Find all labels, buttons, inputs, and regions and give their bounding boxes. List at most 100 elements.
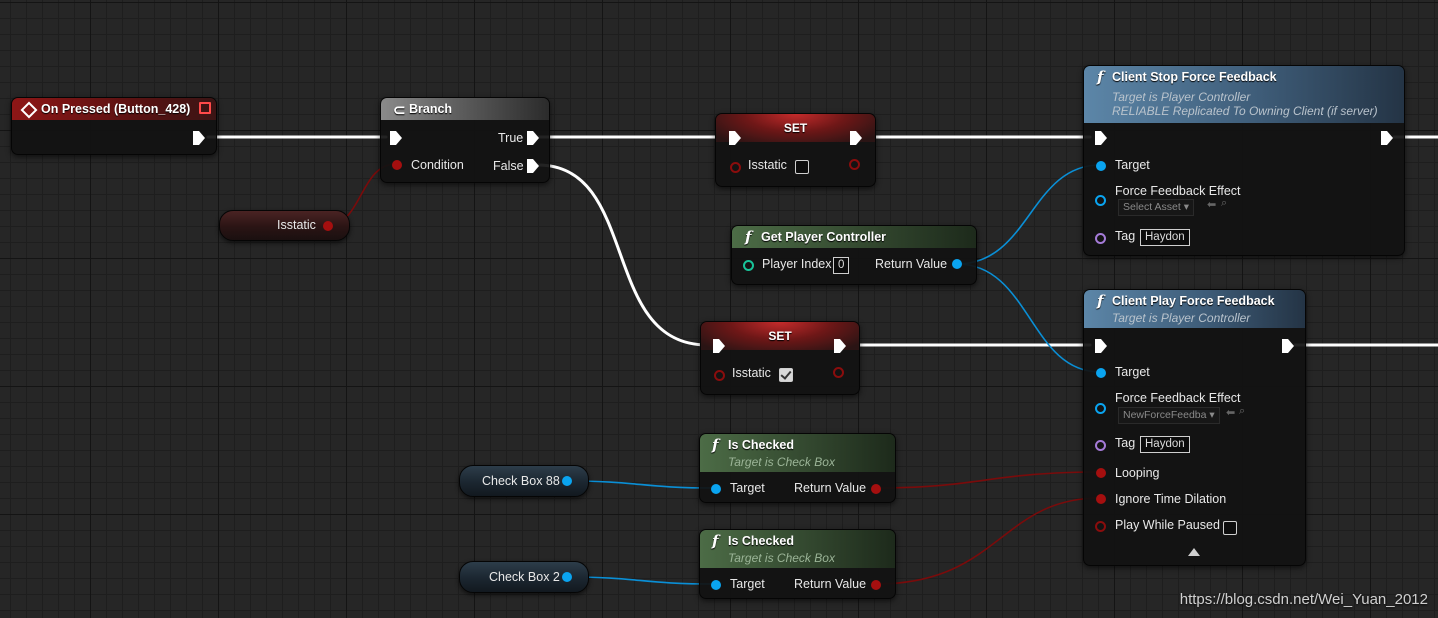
browse-asset-icon[interactable]: ⌕ [1239, 405, 1245, 418]
isstatic-input-pin[interactable] [714, 370, 725, 381]
asset-picker-value: NewForceFeedba [1123, 409, 1207, 421]
exec-in-pin[interactable] [729, 131, 741, 145]
browse-asset-icon[interactable]: ⌕ [1221, 197, 1227, 210]
player-index-label: Player Index [762, 257, 832, 271]
force-feedback-effect-pin[interactable] [1095, 403, 1106, 414]
target-pin[interactable] [1096, 161, 1106, 171]
exec-out-pin[interactable] [1282, 339, 1294, 353]
exec-in-pin[interactable] [390, 131, 402, 145]
client-stop-force-feedback-node[interactable]: f Client Stop Force Feedback Target is P… [1083, 65, 1405, 256]
get-player-controller-node[interactable]: f Get Player Controller Player Index 0 R… [731, 225, 977, 285]
force-feedback-effect-pin[interactable] [1095, 195, 1106, 206]
branch-false-label: False [493, 159, 524, 173]
exec-out-pin[interactable] [850, 131, 862, 145]
exec-out-pin[interactable] [193, 131, 205, 145]
delegate-pin-icon[interactable] [199, 102, 211, 114]
looping-pin[interactable] [1096, 468, 1106, 478]
return-value-label: Return Value [794, 481, 867, 495]
exec-false-pin[interactable] [527, 159, 539, 173]
play-while-paused-pin[interactable] [1095, 521, 1106, 532]
collapse-advanced-icon[interactable] [1188, 548, 1200, 556]
isstatic-input-pin[interactable] [730, 162, 741, 173]
is-checked-subtitle: Target is Check Box [728, 455, 835, 469]
isstatic-variable-node[interactable]: Isstatic [219, 210, 350, 241]
check-box-2-output-pin[interactable] [562, 572, 572, 582]
branch-header: ⊂ Branch [381, 98, 549, 120]
client-stop-replication-note: RELIABLE Replicated To Owning Client (if… [1112, 104, 1378, 118]
isstatic-checkbox[interactable] [779, 368, 793, 382]
force-feedback-effect-label: Force Feedback Effect [1115, 391, 1241, 405]
branch-title: Branch [409, 102, 453, 116]
tag-pin[interactable] [1095, 440, 1106, 451]
is-checked-node-2[interactable]: f Is Checked Target is Check Box Target … [699, 529, 896, 599]
check-box-88-output-pin[interactable] [562, 476, 572, 486]
target-pin[interactable] [711, 580, 721, 590]
check-box-2-variable-node[interactable]: Check Box 2 [459, 561, 589, 593]
is-checked-title: Is Checked [728, 438, 795, 452]
isstatic-output-pin[interactable] [849, 159, 860, 170]
function-icon: f [1097, 68, 1104, 86]
return-value-pin[interactable] [871, 580, 881, 590]
ignore-time-dilation-pin[interactable] [1096, 494, 1106, 504]
is-checked-title: Is Checked [728, 534, 795, 548]
event-diamond-icon [20, 101, 38, 119]
check-box-88-variable-node[interactable]: Check Box 88 [459, 465, 589, 497]
watermark-text: https://blog.csdn.net/Wei_Yuan_2012 [1179, 591, 1428, 608]
play-while-paused-checkbox[interactable] [1223, 521, 1237, 535]
player-index-field[interactable]: 0 [833, 257, 850, 274]
function-icon: f [1097, 292, 1104, 310]
branch-icon: ⊂ [393, 102, 406, 119]
function-icon: f [745, 228, 752, 246]
player-index-pin[interactable] [743, 260, 754, 271]
function-icon: f [712, 436, 719, 454]
target-pin[interactable] [711, 484, 721, 494]
return-value-pin[interactable] [952, 259, 962, 269]
isstatic-variable-label: Isstatic [277, 218, 316, 232]
function-icon: f [712, 532, 719, 550]
exec-out-pin[interactable] [1381, 131, 1393, 145]
set-node-top[interactable]: SET Isstatic [715, 113, 876, 187]
on-pressed-header: On Pressed (Button_428) [12, 98, 216, 120]
client-stop-title: Client Stop Force Feedback [1112, 70, 1277, 84]
target-label: Target [730, 577, 765, 591]
tag-field[interactable]: Haydon [1140, 436, 1190, 453]
use-selected-asset-icon[interactable]: ⬅ [1207, 198, 1216, 211]
isstatic-checkbox[interactable] [795, 160, 809, 174]
target-pin[interactable] [1096, 368, 1106, 378]
condition-pin[interactable] [392, 160, 402, 170]
tag-pin[interactable] [1095, 233, 1106, 244]
client-stop-header: f Client Stop Force Feedback Target is P… [1084, 66, 1404, 123]
isstatic-output-pin[interactable] [323, 221, 333, 231]
bool-wire [875, 497, 1101, 585]
ignore-time-dilation-label: Ignore Time Dilation [1115, 492, 1227, 506]
is-checked-node-1[interactable]: f Is Checked Target is Check Box Target … [699, 433, 896, 503]
isstatic-output-pin[interactable] [833, 367, 844, 378]
is-checked-subtitle: Target is Check Box [728, 551, 835, 565]
play-while-paused-label: Play While Paused [1115, 518, 1220, 532]
exec-true-pin[interactable] [527, 131, 539, 145]
branch-node[interactable]: ⊂ Branch True Condition False [380, 97, 550, 183]
use-selected-asset-icon[interactable]: ⬅ [1226, 406, 1235, 419]
exec-in-pin[interactable] [1095, 339, 1107, 353]
tag-label: Tag [1115, 229, 1136, 243]
exec-out-pin[interactable] [834, 339, 846, 353]
exec-wire [536, 163, 709, 347]
exec-in-pin[interactable] [713, 339, 725, 353]
asset-picker[interactable]: Select Asset ▾ [1118, 199, 1194, 216]
exec-in-pin[interactable] [1095, 131, 1107, 145]
set-var-label: Isstatic [748, 158, 787, 172]
return-value-pin[interactable] [871, 484, 881, 494]
is-checked-header: f Is Checked Target is Check Box [700, 434, 895, 472]
tag-field[interactable]: Haydon [1140, 229, 1190, 246]
target-label: Target [1115, 365, 1150, 379]
on-pressed-event-node[interactable]: On Pressed (Button_428) [11, 97, 217, 155]
set-node-bottom[interactable]: SET Isstatic [700, 321, 860, 395]
asset-picker[interactable]: NewForceFeedba ▾ [1118, 407, 1220, 424]
client-play-force-feedback-node[interactable]: f Client Play Force Feedback Target is P… [1083, 289, 1306, 566]
set-var-label: Isstatic [732, 366, 771, 380]
object-wire [956, 164, 1101, 265]
client-play-subtitle: Target is Player Controller [1112, 311, 1251, 325]
force-feedback-effect-label: Force Feedback Effect [1115, 184, 1241, 198]
tag-label: Tag [1115, 436, 1136, 450]
bool-wire [875, 471, 1101, 489]
